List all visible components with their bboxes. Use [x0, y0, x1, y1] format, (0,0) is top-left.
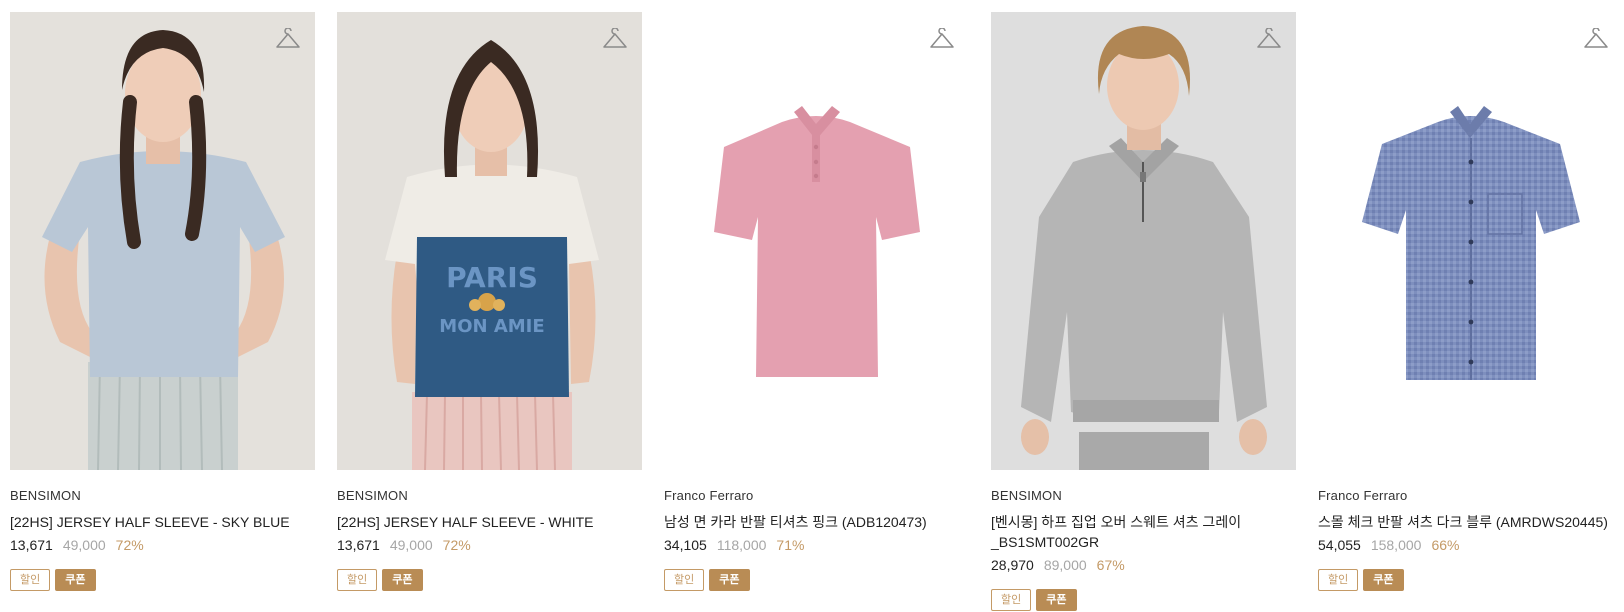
product-brand[interactable]: Franco Ferraro — [664, 488, 969, 503]
badge-group: 할인 쿠폰 — [337, 569, 642, 591]
hanger-icon[interactable] — [275, 28, 301, 52]
badge-group: 할인 쿠폰 — [664, 569, 969, 591]
camisole-print-mon-amie: MON AMIE — [439, 316, 544, 337]
sale-badge: 할인 — [337, 569, 378, 591]
hanger-icon[interactable] — [1256, 28, 1282, 52]
original-price: 118,000 — [716, 537, 767, 553]
product-image[interactable] — [10, 12, 315, 470]
product-image[interactable] — [991, 12, 1296, 470]
product-card[interactable]: Franco Ferraro 남성 면 카라 반팔 티셔츠 핑크 (ADB120… — [664, 12, 969, 611]
model-photo — [10, 12, 315, 470]
sale-badge: 할인 — [10, 569, 51, 591]
original-price: 89,000 — [1043, 557, 1087, 573]
price-row: 13,671 49,000 72% — [10, 537, 315, 553]
model-photo: PARIS MON AMIE — [337, 12, 642, 470]
discount-rate: 72% — [115, 537, 144, 553]
product-card[interactable]: Franco Ferraro 스몰 체크 반팔 셔츠 다크 블루 (AMRDWS… — [1318, 12, 1623, 611]
product-photo — [664, 12, 969, 470]
product-name[interactable]: [22HS] JERSEY HALF SLEEVE - SKY BLUE — [10, 512, 315, 532]
product-card[interactable]: BENSIMON [벤시몽] 하프 집업 오버 스웨트 셔츠 그레이_BS1SM… — [991, 12, 1296, 611]
product-name[interactable]: [22HS] JERSEY HALF SLEEVE - WHITE — [337, 512, 642, 532]
badge-group: 할인 쿠폰 — [1318, 569, 1623, 591]
product-brand[interactable]: BENSIMON — [991, 488, 1296, 503]
product-name[interactable]: [벤시몽] 하프 집업 오버 스웨트 셔츠 그레이_BS1SMT002GR — [991, 512, 1296, 552]
discount-rate: 67% — [1096, 557, 1125, 573]
discount-rate: 71% — [776, 537, 805, 553]
discount-rate: 72% — [442, 537, 471, 553]
price-row: 54,055 158,000 66% — [1318, 537, 1623, 553]
model-photo — [991, 12, 1296, 470]
sale-badge: 할인 — [1318, 569, 1359, 591]
coupon-badge: 쿠폰 — [1036, 589, 1077, 611]
sale-price: 28,970 — [991, 557, 1034, 573]
sale-price: 13,671 — [337, 537, 380, 553]
price-row: 34,105 118,000 71% — [664, 537, 969, 553]
product-name[interactable]: 스몰 체크 반팔 셔츠 다크 블루 (AMRDWS20445) — [1318, 512, 1623, 532]
coupon-badge: 쿠폰 — [55, 569, 96, 591]
product-grid: BENSIMON [22HS] JERSEY HALF SLEEVE - SKY… — [10, 12, 1623, 611]
product-photo — [1318, 12, 1623, 470]
coupon-badge: 쿠폰 — [1363, 569, 1404, 591]
product-name[interactable]: 남성 면 카라 반팔 티셔츠 핑크 (ADB120473) — [664, 512, 969, 532]
hanger-icon[interactable] — [929, 28, 955, 52]
hanger-icon[interactable] — [1583, 28, 1609, 52]
price-row: 28,970 89,000 67% — [991, 557, 1296, 573]
product-image[interactable] — [1318, 12, 1623, 470]
product-card[interactable]: BENSIMON [22HS] JERSEY HALF SLEEVE - SKY… — [10, 12, 315, 611]
sale-price: 34,105 — [664, 537, 707, 553]
sale-badge: 할인 — [991, 589, 1032, 611]
product-image[interactable] — [664, 12, 969, 470]
original-price: 49,000 — [389, 537, 433, 553]
product-brand[interactable]: Franco Ferraro — [1318, 488, 1623, 503]
product-brand[interactable]: BENSIMON — [337, 488, 642, 503]
original-price: 158,000 — [1370, 537, 1422, 553]
badge-group: 할인 쿠폰 — [991, 589, 1296, 611]
price-row: 13,671 49,000 72% — [337, 537, 642, 553]
product-image[interactable]: PARIS MON AMIE — [337, 12, 642, 470]
badge-group: 할인 쿠폰 — [10, 569, 315, 591]
product-brand[interactable]: BENSIMON — [10, 488, 315, 503]
hanger-icon[interactable] — [602, 28, 628, 52]
coupon-badge: 쿠폰 — [382, 569, 423, 591]
coupon-badge: 쿠폰 — [709, 569, 750, 591]
sale-price: 54,055 — [1318, 537, 1361, 553]
sale-price: 13,671 — [10, 537, 53, 553]
original-price: 49,000 — [62, 537, 106, 553]
camisole-print-paris: PARIS — [446, 261, 538, 294]
discount-rate: 66% — [1431, 537, 1460, 553]
sale-badge: 할인 — [664, 569, 705, 591]
product-card[interactable]: PARIS MON AMIE BENSIMON [22HS] JERSEY HA… — [337, 12, 642, 611]
